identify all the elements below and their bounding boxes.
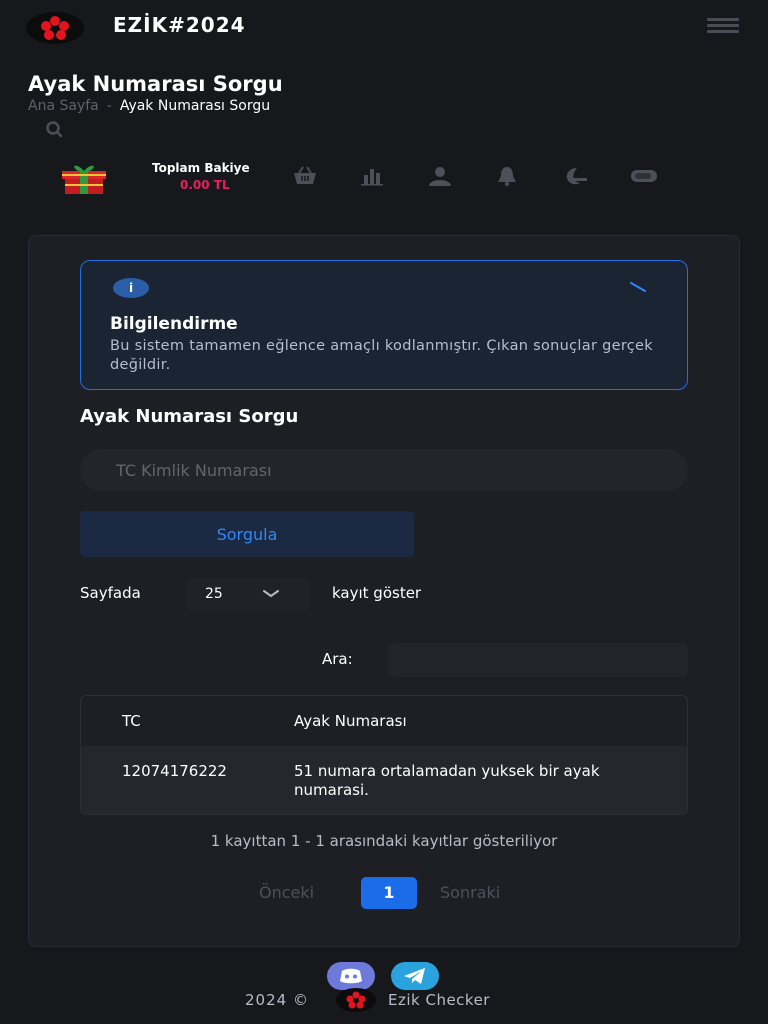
- table-info: 1 kayıttan 1 - 1 arasındaki kayıtlar gös…: [210, 832, 558, 850]
- breadcrumb-separator: -: [106, 98, 112, 114]
- results-table: TC Ayak Numarası 12074176222 51 numara o…: [80, 695, 688, 815]
- page-title: Ayak Numarası Sorgu: [28, 72, 283, 96]
- balance-value: 0.00 TL: [180, 178, 230, 192]
- length-prefix: Sayfada: [80, 584, 141, 602]
- query-button[interactable]: Sorgula: [80, 511, 414, 557]
- section-title: Ayak Numarası Sorgu: [80, 406, 299, 427]
- pagination-next[interactable]: Sonraki: [440, 883, 500, 902]
- footer-copyright: 2024 ©: [245, 991, 309, 1009]
- page-length-value: 25: [205, 586, 223, 602]
- toggle-icon[interactable]: [629, 165, 657, 187]
- cell-tc: 12074176222: [122, 762, 227, 780]
- breadcrumb-current: Ayak Numarası Sorgu: [119, 98, 271, 114]
- user-icon[interactable]: [426, 165, 454, 187]
- bell-icon[interactable]: [493, 165, 521, 187]
- footer-brand-name: Ezik Checker: [388, 991, 490, 1009]
- info-icon: i: [113, 278, 149, 298]
- moon-icon[interactable]: [561, 165, 589, 187]
- search-label: Ara:: [322, 650, 353, 668]
- alert-title: Bilgilendirme: [110, 314, 238, 334]
- gift-icon[interactable]: [58, 160, 110, 196]
- footer-logo: [336, 988, 376, 1012]
- breadcrumb-home[interactable]: Ana Sayfa: [28, 98, 99, 114]
- pagination-page-1[interactable]: 1: [361, 877, 417, 909]
- close-icon[interactable]: [628, 278, 648, 296]
- basket-icon[interactable]: [291, 165, 319, 187]
- length-suffix: kayıt göster: [332, 584, 422, 602]
- page-length-select[interactable]: 25: [186, 578, 310, 610]
- tc-input[interactable]: [80, 449, 688, 491]
- column-header-shoe-size[interactable]: Ayak Numarası: [294, 712, 407, 730]
- column-header-tc[interactable]: TC: [122, 712, 141, 730]
- alert-text: Bu sistem tamamen eğlence amaçlı kodlanm…: [110, 338, 653, 373]
- table-row: 12074176222 51 numara ortalamadan yuksek…: [81, 746, 687, 814]
- menu-icon[interactable]: [707, 18, 739, 38]
- cell-shoe-size: 51 numara ortalamadan yuksek bir ayak nu…: [294, 762, 600, 799]
- discord-icon[interactable]: [327, 962, 375, 990]
- brand-logo[interactable]: [26, 12, 84, 44]
- telegram-icon[interactable]: [391, 962, 439, 990]
- brand-name[interactable]: EZİK#2024: [113, 13, 246, 37]
- search-icon[interactable]: [42, 120, 64, 138]
- balance-label: Toplam Bakiye: [152, 161, 250, 175]
- info-alert: i Bilgilendirme Bu sistem tamamen eğlenc…: [80, 260, 688, 390]
- chevron-down-icon: [263, 590, 279, 598]
- breadcrumb: Ana Sayfa - Ayak Numarası Sorgu: [28, 98, 270, 114]
- pagination-previous[interactable]: Önceki: [259, 883, 314, 902]
- bar-chart-icon[interactable]: [358, 165, 386, 187]
- table-search-input[interactable]: [388, 643, 688, 677]
